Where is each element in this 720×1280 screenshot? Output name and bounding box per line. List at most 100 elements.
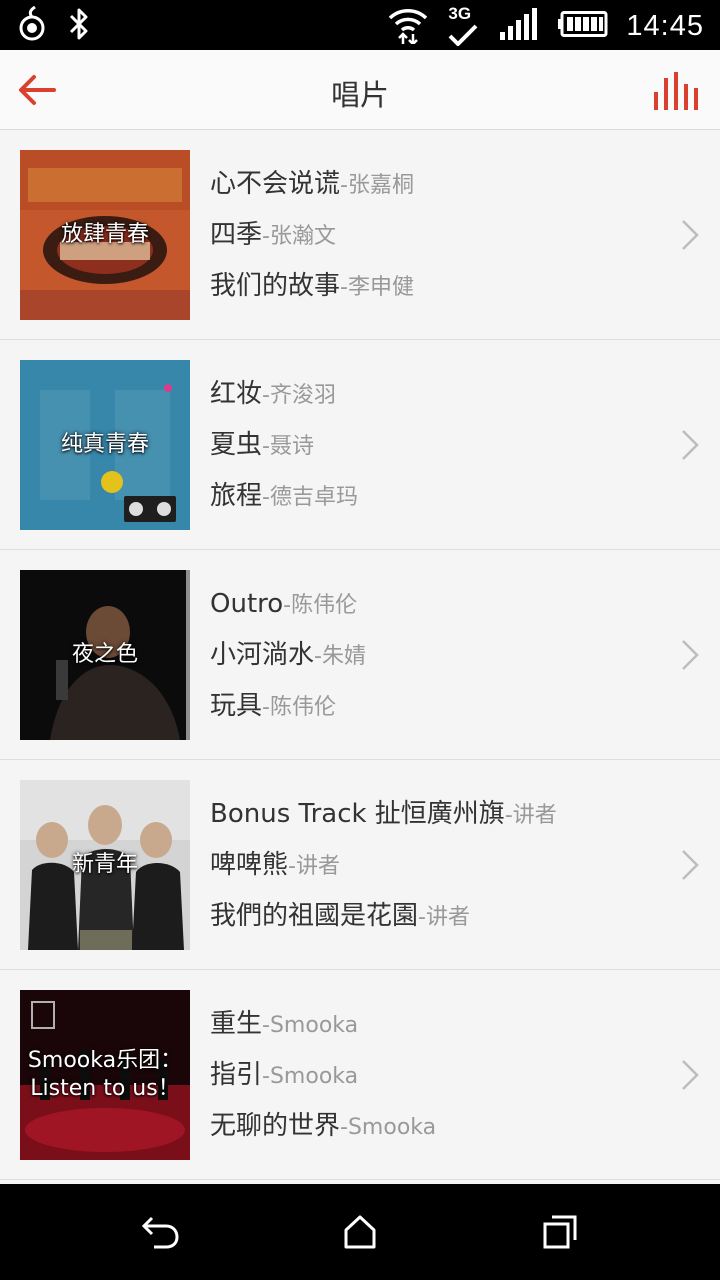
nav-home-button[interactable] [330,1204,390,1260]
song-artist: 德吉卓玛 [269,485,358,510]
back-icon [141,1216,179,1249]
nav-recents-button[interactable] [530,1204,590,1260]
song-artist: Smooka [347,1115,437,1140]
now-playing-button[interactable] [652,70,702,112]
song-separator: - [504,803,513,828]
song-artist: 陈伟伦 [269,695,336,720]
album-list: 放肆青春 心不会说谎-张嘉桐 四季-张瀚文 我们的故事-李申健 纯真青春 红妆-… [0,130,720,1180]
song-separator: - [262,1013,270,1038]
song-artist: 陈伟伦 [291,593,358,618]
song-item: Outro-陈伟伦 [210,579,650,630]
song-separator: - [314,644,322,669]
song-list: 心不会说谎-张嘉桐 四季-张瀚文 我们的故事-李申健 [210,159,650,312]
navigation-bar [0,1184,720,1280]
song-item: 旅程-德吉卓玛 [210,471,650,522]
album-cover-title: 新青年 [71,852,138,877]
song-item: 重生-Smooka [210,999,650,1050]
song-item: 无聊的世界-Smooka [210,1101,650,1152]
album-cover: 夜之色 [20,570,190,740]
bluetooth-icon [68,7,90,45]
song-item: 小河淌水-朱婧 [210,630,650,681]
song-artist: 朱婧 [321,644,366,669]
song-separator: - [262,485,270,510]
chevron-right-icon [682,430,699,460]
song-item: 四季-张瀚文 [210,210,650,261]
chevron-right-icon [682,1060,699,1090]
album-cover-title: 放肆青春 [60,222,149,247]
album-row[interactable]: 纯真青春 红妆-齐浚羽 夏虫-聂诗 旅程-德吉卓玛 [0,340,720,550]
song-artist: 李申健 [347,275,414,300]
status-time: 14:45 [626,9,704,42]
song-item: 玩具-陈伟伦 [210,681,650,732]
song-separator: - [340,1115,348,1140]
song-item: 我们的故事-李申健 [210,261,650,312]
page-title: 唱片 [330,78,389,112]
chevron-right-icon [682,220,699,250]
song-item: 红妆-齐浚羽 [210,369,650,420]
album-row[interactable]: 夜之色 Outro-陈伟伦 小河淌水-朱婧 玩具-陈伟伦 [0,550,720,760]
song-name: 我们的故事 [210,271,341,301]
song-name: 我們的祖國是花園 [210,901,419,931]
album-cover: 纯真青春 [20,360,190,530]
song-artist: Smooka [269,1064,359,1089]
song-artist: 张瀚文 [269,224,336,249]
album-cover-title: 夜之色 [71,642,138,667]
status-bar: 3G 14:45 [0,0,720,50]
status-bar-right: 3G 14:45 [388,4,704,48]
song-separator: - [262,1064,270,1089]
song-item: 指引-Smooka [210,1050,650,1101]
song-list: Bonus Track 扯恒廣州旗-讲者 啤啤熊-讲者 我們的祖國是花園-讲者 [210,789,650,942]
song-name: 红妆 [210,379,263,409]
song-artist: 聂诗 [269,434,314,459]
equalizer-icon [654,72,698,110]
song-name: Bonus Track 扯恒廣州旗 [210,799,505,829]
song-separator: - [262,695,270,720]
song-name: 玩具 [210,691,263,721]
song-artist: 讲者 [425,905,470,930]
song-artist: 讲者 [295,854,340,879]
home-icon [344,1215,376,1249]
song-artist: Smooka [269,1013,359,1038]
song-item: 啤啤熊-讲者 [210,840,650,891]
song-list: 重生-Smooka 指引-Smooka 无聊的世界-Smooka [210,999,650,1152]
song-separator: - [288,854,296,879]
song-separator: - [262,434,270,459]
song-separator: - [283,593,292,618]
notification-icon [16,5,48,46]
3g-icon: 3G [446,4,480,46]
song-separator: - [262,224,270,249]
song-list: 红妆-齐浚羽 夏虫-聂诗 旅程-德吉卓玛 [210,369,650,522]
chevron-right-icon [682,850,699,880]
recents-icon [543,1215,577,1249]
song-item: Bonus Track 扯恒廣州旗-讲者 [210,789,650,840]
song-name: 旅程 [210,481,263,511]
song-name: 四季 [210,220,263,250]
song-item: 我們的祖國是花園-讲者 [210,891,650,942]
status-bar-left [16,5,90,46]
song-name: 小河淌水 [210,640,315,670]
song-name: 夏虫 [210,430,263,460]
song-separator: - [340,275,348,300]
song-artist: 张嘉桐 [347,173,414,198]
signal-icon [498,8,540,44]
song-item: 心不会说谎-张嘉桐 [210,159,650,210]
album-cover: Smooka乐团：Listen to us！ [20,990,190,1160]
song-separator: - [262,383,270,408]
album-cover-title: Smooka乐团：Listen to us！ [27,1048,183,1101]
song-artist: 齐浚羽 [269,383,336,408]
song-name: Outro [210,589,284,619]
song-separator: - [340,173,348,198]
wifi-icon [388,4,428,48]
song-artist: 讲者 [512,803,557,828]
album-row[interactable]: Smooka乐团：Listen to us！ 重生-Smooka 指引-Smoo… [0,970,720,1180]
app-bar: 唱片 [0,50,720,130]
album-row[interactable]: 放肆青春 心不会说谎-张嘉桐 四季-张瀚文 我们的故事-李申健 [0,130,720,340]
nav-back-button[interactable] [130,1204,190,1260]
album-cover: 新青年 [20,780,190,950]
song-name: 指引 [210,1060,263,1090]
song-name: 无聊的世界 [210,1111,341,1141]
song-list: Outro-陈伟伦 小河淌水-朱婧 玩具-陈伟伦 [210,579,650,732]
album-row[interactable]: 新青年 Bonus Track 扯恒廣州旗-讲者 啤啤熊-讲者 我們的祖國是花園… [0,760,720,970]
song-name: 重生 [210,1009,263,1039]
song-name: 心不会说谎 [210,169,341,199]
